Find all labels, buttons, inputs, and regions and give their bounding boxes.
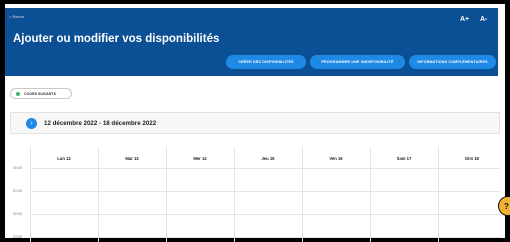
grid-line (370, 147, 371, 242)
week-navigation: › 12 décembre 2022 - 18 décembre 2022 (10, 112, 500, 134)
calendar-grid: Lun 12 Mar 13 Mer 14 Jeu 15 Ven 16 Sam 1… (10, 147, 500, 242)
grid-line (98, 147, 99, 242)
font-decrease-button[interactable]: A- (480, 16, 487, 23)
grid-line (30, 214, 500, 215)
hour-label: 03:00 (13, 235, 22, 239)
hour-label: 00:00 (13, 166, 22, 170)
day-header-wed: Mer 14 (193, 156, 207, 161)
grid-line (438, 147, 439, 242)
font-increase-button[interactable]: A+ (460, 16, 469, 23)
hour-label: 01:00 (13, 189, 22, 193)
day-header-tue: Mar 13 (125, 156, 139, 161)
create-availability-button[interactable]: CRÉER DES DISPONIBILITÉS (226, 55, 306, 69)
hour-label: 02:00 (13, 212, 22, 216)
page-title: Ajouter ou modifier vos disponibilités (13, 33, 220, 45)
schedule-unavailability-button[interactable]: PROGRAMMER UNE INDISPONIBILITÉ (310, 55, 405, 69)
next-courses-filter[interactable]: COURS SUIVANTS (10, 88, 72, 99)
grid-line (30, 191, 500, 192)
grid-line (166, 147, 167, 242)
help-icon: ? (504, 201, 509, 211)
status-dot-icon (16, 91, 20, 96)
page-header: < Retour Ajouter ou modifier vos disponi… (5, 8, 498, 76)
week-range-label: 12 décembre 2022 - 18 décembre 2022 (44, 120, 157, 127)
day-header-sun: Dim 18 (465, 156, 479, 161)
day-header-mon: Lun 12 (57, 156, 71, 161)
grid-line (30, 168, 500, 169)
chevron-right-icon[interactable]: › (26, 118, 37, 129)
filter-label: COURS SUIVANTS (24, 91, 56, 96)
grid-line (302, 147, 303, 242)
day-header-fri: Ven 16 (329, 156, 343, 161)
grid-line (234, 147, 235, 242)
grid-line (30, 237, 500, 238)
day-header-sat: Sam 17 (396, 156, 412, 161)
more-info-button[interactable]: INFORMATIONS COMPLÉMENTAIRES (409, 55, 496, 69)
back-link[interactable]: < Retour (9, 14, 24, 19)
day-header-thu: Jeu 15 (261, 156, 275, 161)
grid-line (30, 147, 31, 242)
